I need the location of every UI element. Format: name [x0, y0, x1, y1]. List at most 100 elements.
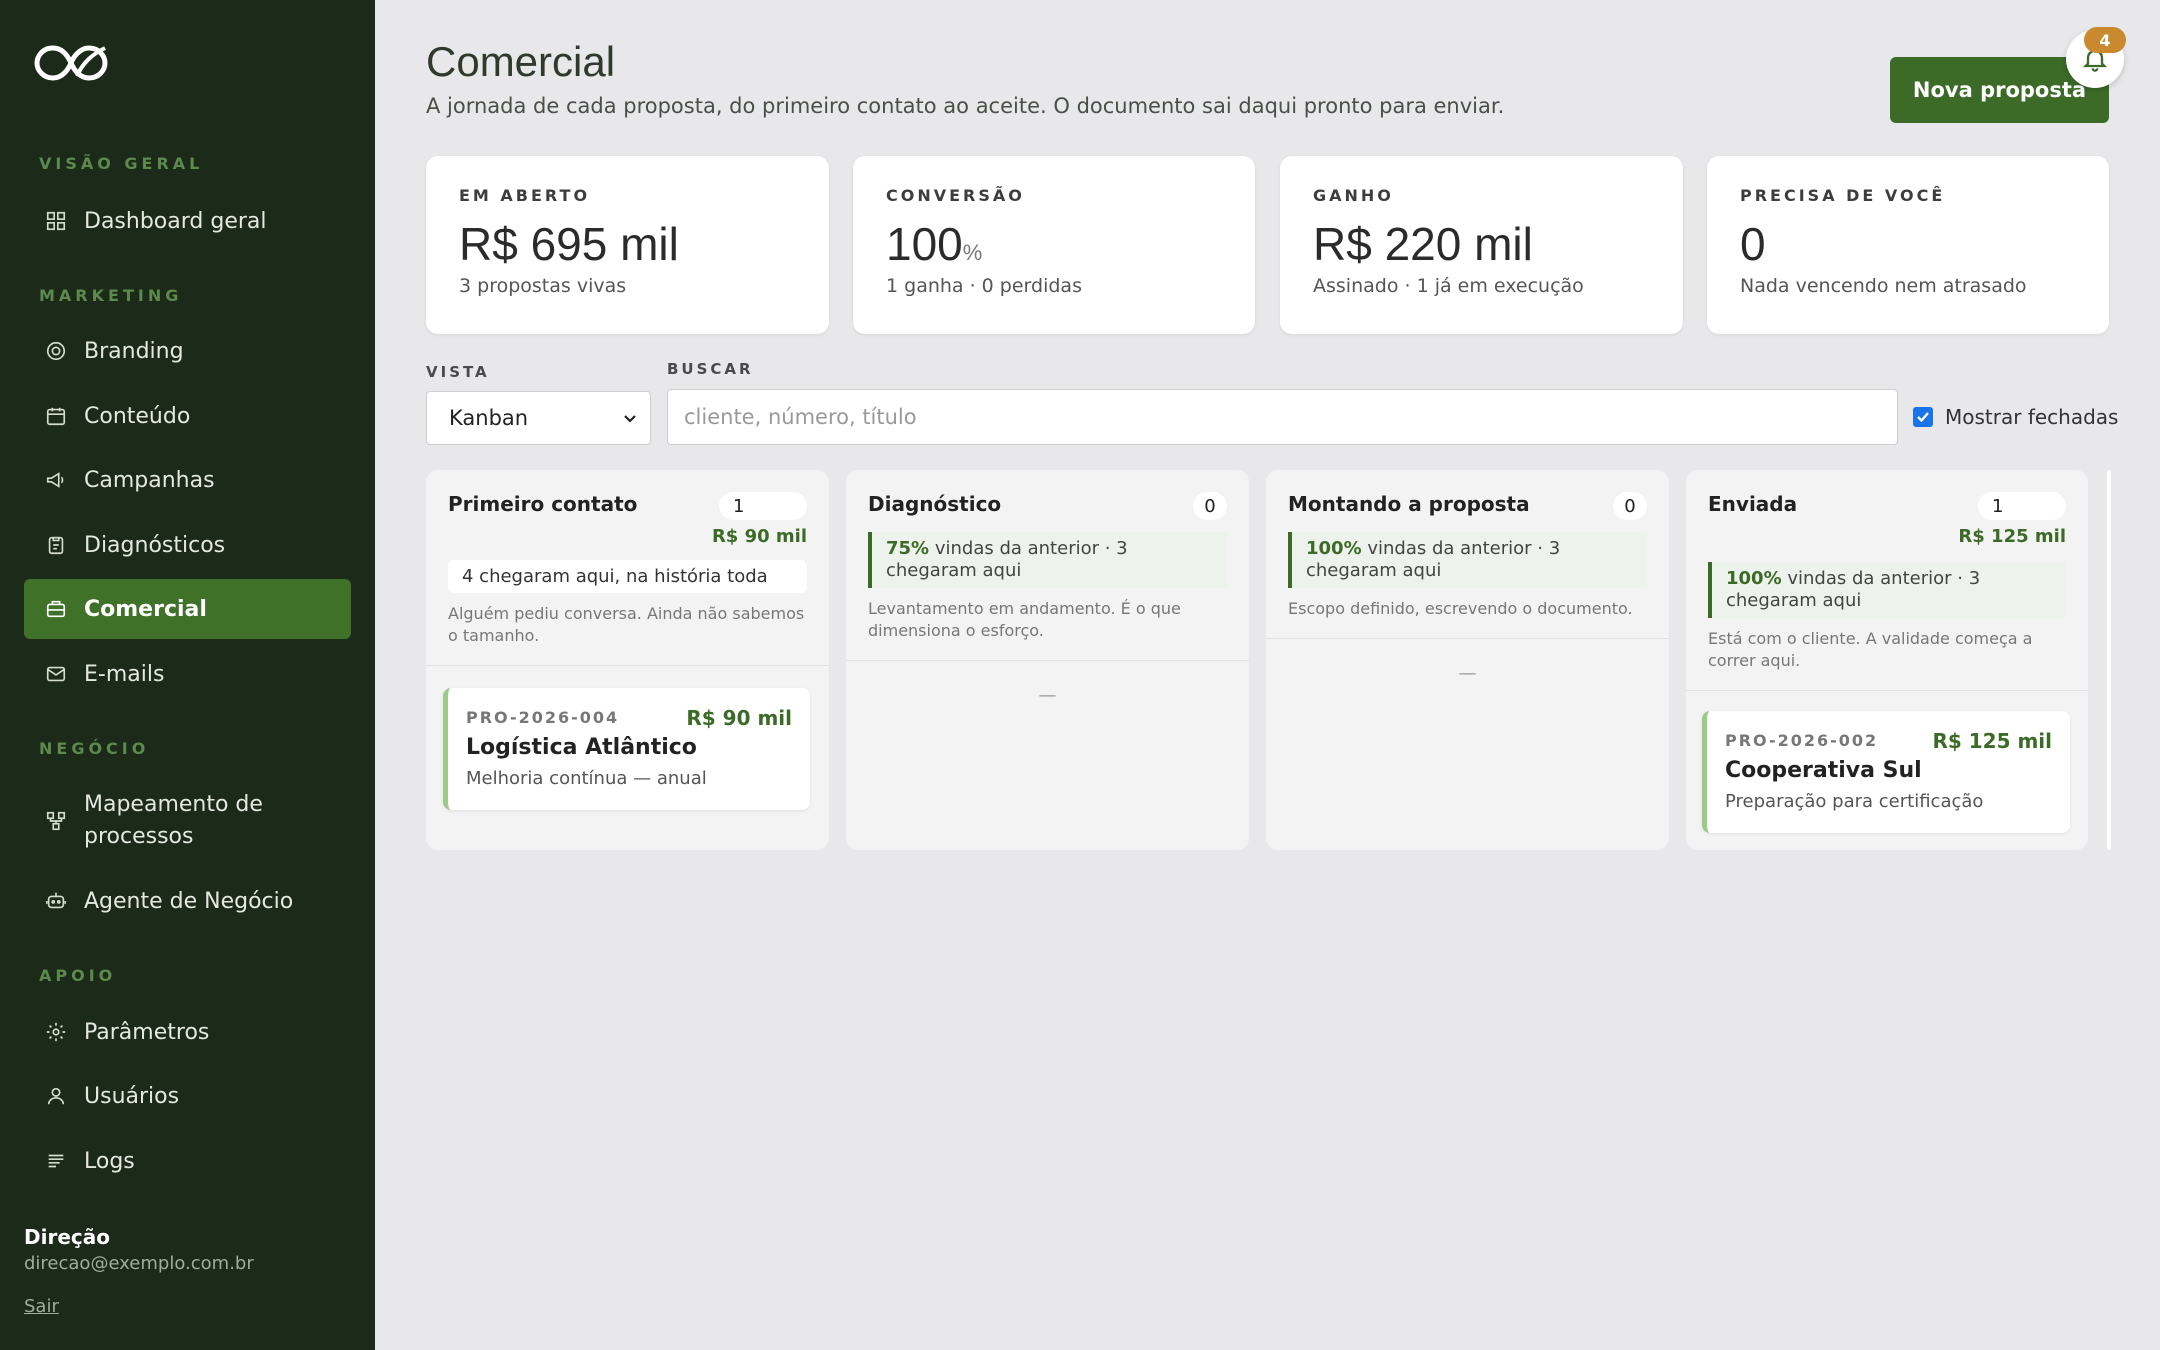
section-title-negocio: NEGÓCIO [39, 739, 150, 758]
sidebar-item-label: Agente de Negócio [84, 888, 294, 914]
workflow-icon [44, 809, 68, 833]
sidebar-item-label: Branding [84, 338, 184, 364]
sidebar-item-mapeamento[interactable]: Mapeamento de processos [24, 777, 351, 865]
column-value: R$ 125 mil [1958, 526, 2066, 547]
stat-desc: Nada vencendo nem atrasado [1740, 275, 2027, 297]
show-closed-checkbox[interactable] [1913, 407, 1933, 427]
logo-icon [34, 45, 108, 81]
calendar-icon [44, 404, 68, 428]
stat-value: 0 [1740, 218, 1766, 270]
mail-icon [44, 662, 68, 686]
sidebar-item-branding[interactable]: Branding [24, 321, 351, 381]
sidebar-item-parametros[interactable]: Parâmetros [24, 1002, 351, 1062]
column-count: 0 [1613, 492, 1647, 520]
sidebar-item-dashboard[interactable]: Dashboard geral [24, 191, 351, 251]
logout-link[interactable]: Sair [24, 1296, 59, 1317]
column-divider [426, 665, 829, 666]
sidebar-item-agente[interactable]: Agente de Negócio [24, 871, 351, 931]
deal-subtitle: Preparação para certificação [1725, 791, 1984, 812]
sidebar-item-conteudo[interactable]: Conteúdo [24, 386, 351, 446]
column-history-note: 4 chegaram aqui, na história toda [448, 560, 807, 593]
sidebar-item-label: Usuários [84, 1083, 180, 1109]
users-icon [44, 1084, 68, 1108]
column-title: Montando a proposta [1288, 492, 1530, 516]
column-value: R$ 90 mil [711, 526, 807, 547]
kanban-column-montando-proposta: Montando a proposta 0 100% vindas da ant… [1266, 470, 1669, 850]
stat-card-conversion: CONVERSÃO 100% 1 ganha · 0 perdidas [853, 156, 1255, 334]
search-input[interactable] [667, 389, 1898, 445]
column-empty-state: — [1038, 685, 1057, 706]
sidebar-item-diagnosticos[interactable]: Diagnósticos [24, 515, 351, 575]
notification-count-badge: 4 [2084, 27, 2126, 53]
deal-card[interactable]: PRO-2026-004 R$ 90 mil Logística Atlânti… [443, 688, 810, 810]
deal-subtitle: Melhoria contínua — anual [466, 768, 707, 789]
column-description: Está com o cliente. A validade começa a … [1708, 629, 2033, 670]
stat-value: 100% [886, 218, 983, 270]
deal-title: Cooperativa Sul [1725, 758, 1922, 783]
user-name: Direção [24, 1225, 110, 1249]
megaphone-icon [44, 468, 68, 492]
column-count: 1 [1978, 492, 2066, 520]
sidebar: VISÃO GERAL Dashboard geral MARKETING Br… [0, 0, 375, 1350]
deal-title: Logística Atlântico [466, 735, 697, 760]
sidebar-item-label: Diagnósticos [84, 532, 226, 558]
kanban-column-primeiro-contato: Primeiro contato 1 R$ 90 mil 4 chegaram … [426, 470, 829, 850]
stat-desc: 3 propostas vivas [459, 275, 627, 297]
column-divider [846, 660, 1249, 661]
kanban-column-diagnostico: Diagnóstico 0 75% vindas da anterior · 3… [846, 470, 1249, 850]
show-closed-toggle[interactable]: Mostrar fechadas [1913, 405, 2118, 429]
next-column-edge [2107, 470, 2111, 850]
check-icon [1917, 412, 1929, 423]
view-label: VISTA [426, 363, 490, 381]
column-description: Levantamento em andamento. É o que dimen… [868, 599, 1181, 640]
deal-card[interactable]: PRO-2026-002 R$ 125 mil Cooperativa Sul … [1702, 711, 2070, 833]
column-count: 1 [719, 492, 807, 520]
column-empty-state: — [1458, 663, 1477, 684]
clipboard-icon [44, 533, 68, 557]
stat-value: R$ 695 mil [459, 218, 679, 270]
stat-label: EM ABERTO [459, 186, 591, 205]
sidebar-item-label: Conteúdo [84, 403, 191, 429]
deal-value: R$ 125 mil [1932, 729, 2052, 753]
column-divider [1266, 638, 1669, 639]
view-select-value: Kanban [449, 406, 529, 430]
sidebar-item-label: Dashboard geral [84, 208, 267, 234]
sidebar-item-usuarios[interactable]: Usuários [24, 1066, 351, 1126]
column-divider [1686, 690, 2088, 691]
sidebar-item-label: Parâmetros [84, 1019, 210, 1045]
sidebar-item-label: E-mails [84, 661, 165, 687]
view-select[interactable]: Kanban [426, 391, 651, 445]
stat-desc: Assinado · 1 já em execução [1313, 275, 1584, 297]
column-description: Escopo definido, escrevendo o documento. [1288, 599, 1633, 618]
sidebar-item-comercial[interactable]: Comercial [24, 579, 351, 639]
column-conversion: 100% vindas da anterior · 3 chegaram aqu… [1708, 562, 2066, 618]
stat-desc: 1 ganha · 0 perdidas [886, 275, 1082, 297]
page-title: Comercial [426, 38, 616, 85]
sidebar-item-label: Logs [84, 1148, 135, 1174]
show-closed-label: Mostrar fechadas [1945, 405, 2119, 429]
stat-label: CONVERSÃO [886, 186, 1025, 205]
stat-card-needs-you: PRECISA DE VOCÊ 0 Nada vencendo nem atra… [1707, 156, 2109, 334]
settings-icon [44, 1020, 68, 1044]
deal-value: R$ 90 mil [686, 706, 792, 730]
user-email: direcao@exemplo.com.br [24, 1253, 254, 1274]
kanban-column-enviada: Enviada 1 R$ 125 mil 100% vindas da ante… [1686, 470, 2088, 850]
sidebar-item-label: Comercial [84, 596, 207, 622]
column-description: Alguém pediu conversa. Ainda não sabemos… [448, 604, 805, 645]
section-title-apoio: APOIO [39, 966, 117, 985]
sidebar-item-label: Mapeamento de processos [84, 792, 263, 849]
bot-icon [44, 889, 68, 913]
section-title-marketing: MARKETING [39, 286, 183, 305]
briefcase-icon [44, 597, 68, 621]
stat-card-won: GANHO R$ 220 mil Assinado · 1 já em exec… [1280, 156, 1683, 334]
grid-icon [44, 209, 68, 233]
column-conversion: 75% vindas da anterior · 3 chegaram aqui [868, 532, 1227, 588]
column-conversion: 100% vindas da anterior · 3 chegaram aqu… [1288, 532, 1647, 588]
column-title: Diagnóstico [868, 492, 1002, 516]
target-icon [44, 339, 68, 363]
stat-label: PRECISA DE VOCÊ [1740, 186, 1946, 205]
sidebar-item-campanhas[interactable]: Campanhas [24, 450, 351, 510]
chevron-down-icon [624, 415, 636, 423]
sidebar-item-emails[interactable]: E-mails [24, 644, 351, 704]
sidebar-item-logs[interactable]: Logs [24, 1131, 351, 1191]
